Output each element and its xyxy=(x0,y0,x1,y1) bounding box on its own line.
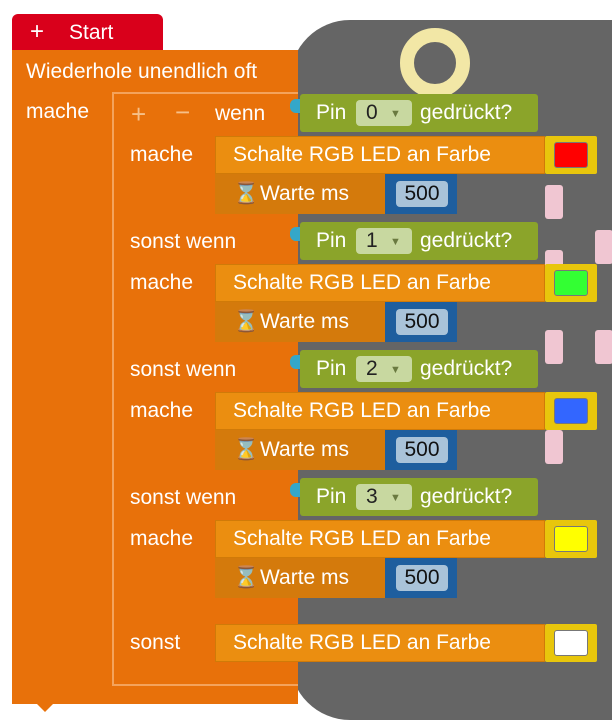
wait-label: Warte ms xyxy=(260,182,350,205)
do-label: mache xyxy=(130,143,194,166)
wait-value-field[interactable]: 500 xyxy=(396,309,448,335)
color-field[interactable] xyxy=(545,392,597,430)
chevron-down-icon: ▼ xyxy=(390,108,401,120)
plus-icon[interactable]: + xyxy=(131,101,146,127)
pin-suffix: gedrückt? xyxy=(420,485,513,508)
led-label: Schalte RGB LED an Farbe xyxy=(233,399,491,422)
pin-suffix: gedrückt? xyxy=(420,101,513,124)
minus-icon[interactable]: − xyxy=(175,99,190,125)
led-label: Schalte RGB LED an Farbe xyxy=(233,631,491,654)
microbit-pin-ring xyxy=(400,28,470,98)
microbit-led xyxy=(545,330,563,364)
wait-value-field[interactable]: 500 xyxy=(396,437,448,463)
pin-value: 2 xyxy=(366,357,378,380)
pin-value: 1 xyxy=(366,229,378,252)
number-block[interactable]: 500 xyxy=(385,558,457,598)
pin-label: Pin xyxy=(316,485,347,508)
input-socket xyxy=(290,355,300,369)
led-label: Schalte RGB LED an Farbe xyxy=(233,271,491,294)
number-block[interactable]: 500 xyxy=(385,174,457,214)
start-label: Start xyxy=(69,21,114,44)
do-label: mache xyxy=(130,399,194,422)
pin-pressed-condition[interactable]: Pin 2 ▼ gedrückt? xyxy=(300,350,538,388)
set-rgb-led-block[interactable]: Schalte RGB LED an Farbe xyxy=(215,624,545,662)
set-rgb-led-block[interactable]: Schalte RGB LED an Farbe xyxy=(215,520,545,558)
microbit-led xyxy=(545,185,563,219)
do-label: mache xyxy=(130,527,194,550)
input-socket xyxy=(290,99,300,113)
color-field[interactable] xyxy=(545,136,597,174)
set-rgb-led-block[interactable]: Schalte RGB LED an Farbe xyxy=(215,264,545,302)
microbit-led xyxy=(595,330,612,364)
pin-value: 3 xyxy=(366,485,378,508)
wait-value-field[interactable]: 500 xyxy=(396,181,448,207)
wait-value-field[interactable]: 500 xyxy=(396,565,448,591)
start-block[interactable]: + Start xyxy=(12,14,163,50)
pin-dropdown[interactable]: 2 ▼ xyxy=(356,356,412,382)
wait-ms-block[interactable]: ⌛ Warte ms xyxy=(215,430,385,470)
color-swatch[interactable] xyxy=(554,526,588,552)
color-swatch[interactable] xyxy=(554,398,588,424)
pin-label: Pin xyxy=(316,101,347,124)
pin-label: Pin xyxy=(316,357,347,380)
pin-pressed-condition[interactable]: Pin 3 ▼ gedrückt? xyxy=(300,478,538,516)
number-block[interactable]: 500 xyxy=(385,430,457,470)
wait-ms-block[interactable]: ⌛ Warte ms xyxy=(215,174,385,214)
chevron-down-icon: ▼ xyxy=(390,236,401,248)
forever-do-label: mache xyxy=(26,100,90,123)
led-label: Schalte RGB LED an Farbe xyxy=(233,143,491,166)
pin-dropdown[interactable]: 3 ▼ xyxy=(356,484,412,510)
input-socket xyxy=(290,227,300,241)
forever-block-footer xyxy=(12,686,298,704)
wait-label: Warte ms xyxy=(260,438,350,461)
do-label: mache xyxy=(130,271,194,294)
color-field[interactable] xyxy=(545,520,597,558)
microbit-led xyxy=(545,430,563,464)
wait-label: Warte ms xyxy=(260,310,350,333)
led-label: Schalte RGB LED an Farbe xyxy=(233,527,491,550)
forever-block-header[interactable]: Wiederhole unendlich oft xyxy=(12,50,298,96)
pin-pressed-condition[interactable]: Pin 1 ▼ gedrückt? xyxy=(300,222,538,260)
wait-ms-block[interactable]: ⌛ Warte ms xyxy=(215,558,385,598)
chevron-down-icon: ▼ xyxy=(390,364,401,376)
set-rgb-led-block[interactable]: Schalte RGB LED an Farbe xyxy=(215,392,545,430)
color-field[interactable] xyxy=(545,624,597,662)
color-swatch[interactable] xyxy=(554,142,588,168)
plus-icon[interactable]: + xyxy=(30,19,44,45)
pin-label: Pin xyxy=(316,229,347,252)
pin-suffix: gedrückt? xyxy=(420,229,513,252)
elseif-label: sonst wenn xyxy=(130,358,237,381)
hourglass-icon: ⌛ xyxy=(233,566,260,589)
pin-pressed-condition[interactable]: Pin 0 ▼ gedrückt? xyxy=(300,94,538,132)
elseif-label: sonst wenn xyxy=(130,230,237,253)
set-rgb-led-block[interactable]: Schalte RGB LED an Farbe xyxy=(215,136,545,174)
pin-value: 0 xyxy=(366,101,378,124)
microbit-led xyxy=(595,230,612,264)
else-label: sonst xyxy=(130,631,181,654)
wait-ms-block[interactable]: ⌛ Warte ms xyxy=(215,302,385,342)
color-swatch[interactable] xyxy=(554,270,588,296)
hourglass-icon: ⌛ xyxy=(233,438,260,461)
if-label: wenn xyxy=(215,102,266,125)
hourglass-icon: ⌛ xyxy=(233,310,260,333)
hourglass-icon: ⌛ xyxy=(233,182,260,205)
forever-block-body: mache xyxy=(12,96,112,686)
color-field[interactable] xyxy=(545,264,597,302)
wait-label: Warte ms xyxy=(260,566,350,589)
forever-label: Wiederhole unendlich oft xyxy=(26,60,258,83)
color-swatch[interactable] xyxy=(554,630,588,656)
if-block-spine xyxy=(116,96,212,682)
input-socket xyxy=(290,483,300,497)
pin-suffix: gedrückt? xyxy=(420,357,513,380)
chevron-down-icon: ▼ xyxy=(390,492,401,504)
number-block[interactable]: 500 xyxy=(385,302,457,342)
connector-notch xyxy=(37,704,53,712)
pin-dropdown[interactable]: 0 ▼ xyxy=(356,100,412,126)
elseif-label: sonst wenn xyxy=(130,486,237,509)
pin-dropdown[interactable]: 1 ▼ xyxy=(356,228,412,254)
